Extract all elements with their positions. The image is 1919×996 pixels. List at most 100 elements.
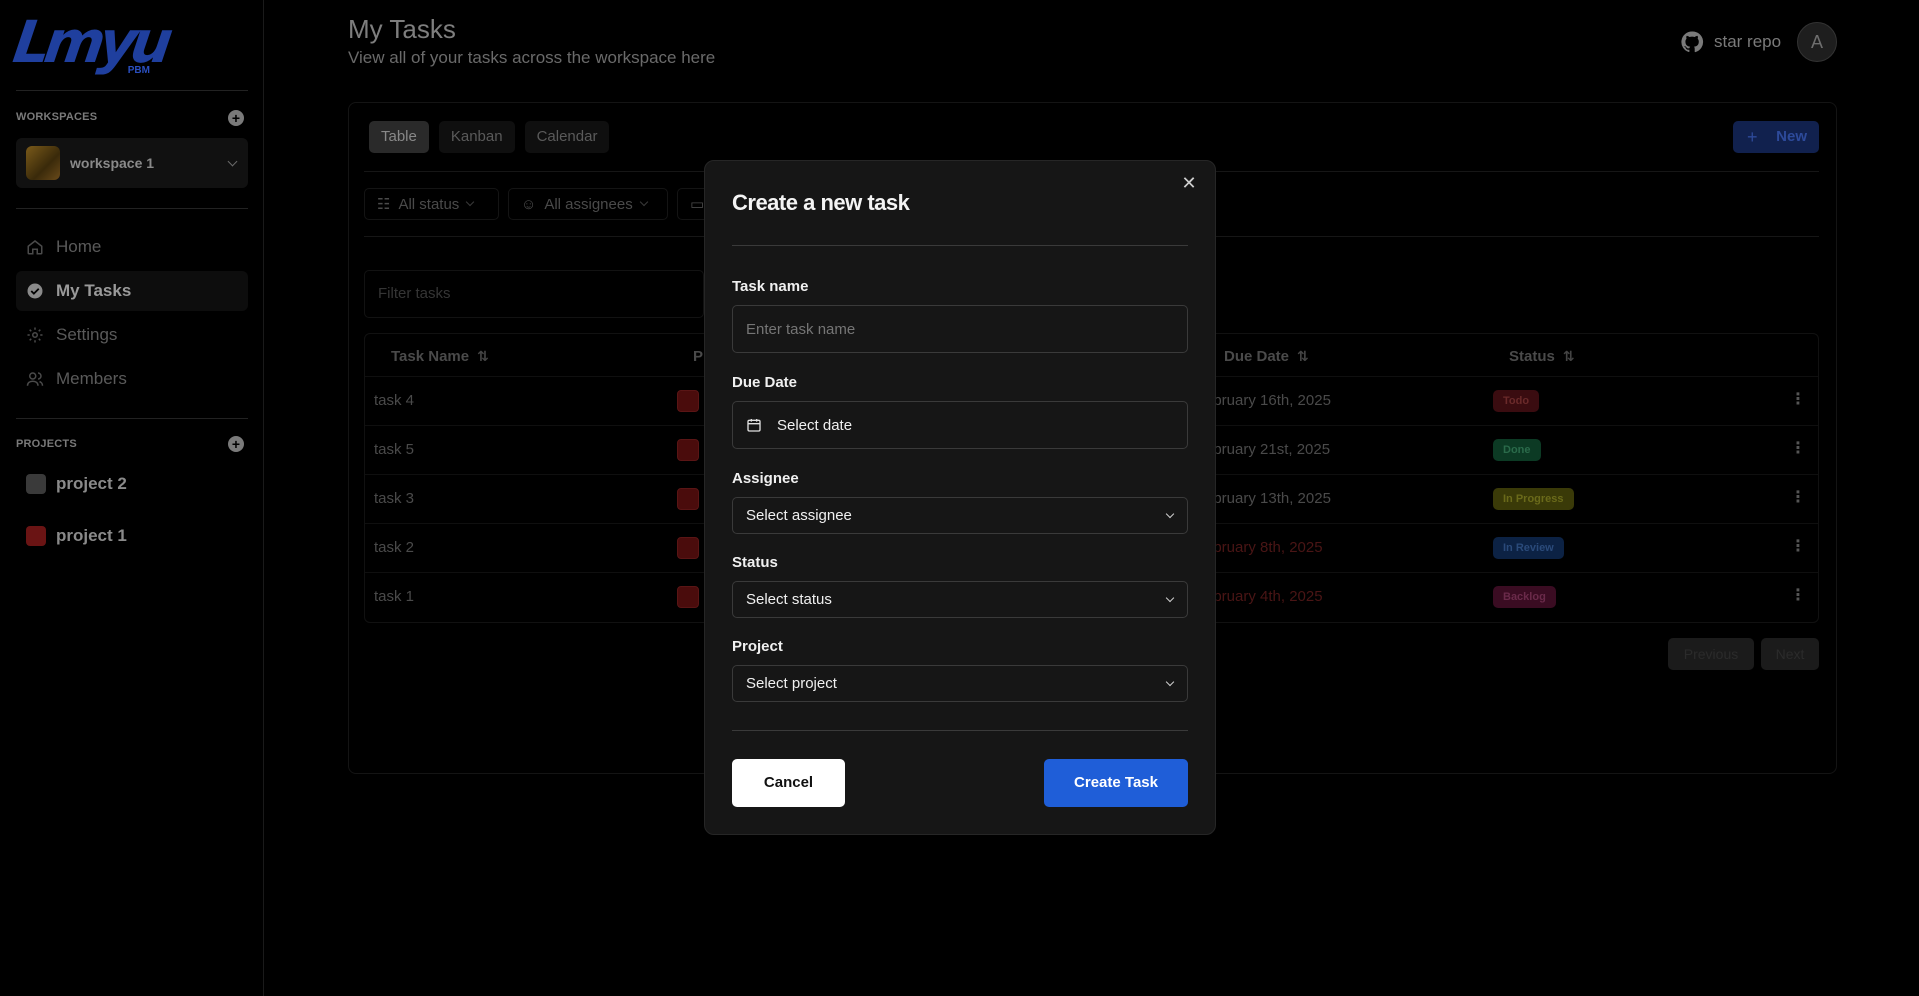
tab-kanban[interactable]: Kanban [438, 121, 515, 153]
row-menu-icon[interactable]: ⋮ [1790, 536, 1806, 556]
col-label: Status [1509, 348, 1555, 365]
status-badge: Done [1493, 439, 1541, 461]
task-name: task 5 [374, 441, 415, 458]
project-color-icon [677, 488, 699, 510]
modal-title: Create a new task [732, 190, 910, 215]
task-due-date: ebruary 21st, 2025 [1205, 441, 1331, 458]
divider [732, 730, 1188, 731]
task-name-input[interactable] [732, 305, 1188, 353]
list-filter-icon: ☷ [377, 196, 391, 213]
view-tabs: Table Kanban Calendar [369, 121, 610, 153]
row-menu-icon[interactable]: ⋮ [1790, 487, 1806, 507]
filter-tasks-input[interactable]: Filter tasks [364, 270, 704, 318]
workspace-avatar [26, 146, 60, 180]
task-name: task 2 [374, 539, 415, 556]
due-date-picker[interactable]: Select date [732, 401, 1188, 449]
star-repo-link[interactable]: star repo [1680, 30, 1781, 54]
projects-title: PROJECTS [16, 438, 77, 450]
task-due-date: ebruary 13th, 2025 [1205, 490, 1331, 507]
project-color-icon [26, 474, 46, 494]
divider [16, 90, 248, 91]
assignee-select[interactable]: Select assignee [732, 497, 1188, 534]
col-status[interactable]: Status ⇅ [1509, 348, 1575, 365]
project-label: project 2 [56, 474, 127, 493]
chevron-down-icon [1165, 677, 1175, 686]
project-color-icon [677, 586, 699, 608]
sort-icon: ⇅ [477, 348, 489, 364]
task-due-date: ebruary 8th, 2025 [1205, 539, 1323, 556]
status-filter[interactable]: ☷ All status [364, 188, 499, 220]
previous-page-button[interactable]: Previous [1668, 638, 1754, 670]
task-name: task 3 [374, 490, 415, 507]
project-value: Select project [746, 675, 837, 692]
task-due-date: ebruary 16th, 2025 [1205, 392, 1331, 409]
chevron-down-icon [1165, 593, 1175, 602]
chevron-down-icon [1165, 509, 1175, 518]
sidebar-project-2[interactable]: project 2 [26, 474, 127, 494]
project-label: project 1 [56, 526, 127, 545]
tab-calendar[interactable]: Calendar [524, 121, 610, 153]
task-name: task 1 [374, 588, 415, 605]
add-project-icon[interactable]: + [228, 436, 244, 452]
row-menu-icon[interactable]: ⋮ [1790, 438, 1806, 458]
close-icon[interactable]: ✕ [1179, 173, 1199, 193]
add-workspace-icon[interactable]: + [228, 110, 244, 126]
status-badge: Todo [1493, 390, 1540, 412]
project-color-icon [677, 537, 699, 559]
col-label: Due Date [1224, 348, 1290, 365]
new-task-button[interactable]: + New [1733, 121, 1819, 153]
tab-table[interactable]: Table [369, 121, 429, 153]
cancel-button[interactable]: Cancel [732, 759, 845, 807]
nav-item-my-tasks[interactable]: My Tasks [16, 271, 248, 311]
app-logo[interactable]: Lmyu PBM [9, 8, 171, 76]
workspace-name: workspace 1 [70, 155, 155, 171]
nav-item-settings[interactable]: Settings [16, 315, 248, 355]
create-task-modal: ✕ Create a new task Task name Due Date S… [704, 160, 1216, 835]
github-icon [1681, 31, 1704, 53]
workspace-switcher[interactable]: workspace 1 [16, 138, 248, 188]
nav-label: Members [56, 369, 127, 388]
row-menu-icon[interactable]: ⋮ [1790, 389, 1806, 409]
sort-icon: ⇅ [1562, 348, 1575, 364]
col-project[interactable]: P [693, 348, 703, 365]
assignee-filter[interactable]: ☺ All assignees [508, 188, 668, 220]
next-page-button[interactable]: Next [1761, 638, 1819, 670]
divider [16, 208, 248, 209]
nav-label: My Tasks [56, 281, 132, 300]
task-name-label: Task name [732, 278, 809, 295]
sort-icon: ⇅ [1297, 348, 1309, 364]
users-icon [26, 372, 44, 386]
nav-label: Settings [56, 325, 118, 344]
chevron-down-icon [466, 197, 475, 207]
project-color-icon [677, 439, 699, 461]
home-icon [27, 240, 43, 255]
page-subtitle: View all of your tasks across the worksp… [348, 48, 716, 67]
nav-item-members[interactable]: Members [16, 359, 248, 399]
col-due-date[interactable]: Due Date ⇅ [1224, 348, 1309, 365]
col-task-name[interactable]: Task Name ⇅ [391, 348, 489, 365]
create-task-button[interactable]: Create Task [1044, 759, 1188, 807]
col-label: Task Name [391, 348, 470, 365]
chevron-down-icon [227, 156, 238, 166]
nav-label: Home [56, 237, 102, 256]
divider [732, 245, 1188, 246]
project-color-icon [677, 390, 699, 412]
assignee-value: Select assignee [746, 507, 852, 524]
gear-icon [27, 327, 43, 343]
page-title: My Tasks [348, 14, 456, 44]
row-menu-icon[interactable]: ⋮ [1790, 585, 1806, 605]
logo-text: Lmyu [9, 8, 172, 76]
sidebar-project-1[interactable]: project 1 [26, 526, 127, 546]
workspaces-title: WORKSPACES [16, 111, 98, 123]
status-select[interactable]: Select status [732, 581, 1188, 618]
calendar-icon [747, 419, 761, 432]
project-select[interactable]: Select project [732, 665, 1188, 702]
chevron-down-icon [639, 197, 648, 207]
status-value: Select status [746, 591, 832, 608]
nav-item-home[interactable]: Home [16, 227, 248, 267]
assignee-filter-label: All assignees [544, 195, 633, 213]
user-avatar[interactable]: A [1797, 22, 1837, 62]
due-date-value: Select date [777, 416, 853, 434]
logo-subtext: PBM [127, 65, 150, 76]
due-date-label: Due Date [732, 374, 798, 391]
